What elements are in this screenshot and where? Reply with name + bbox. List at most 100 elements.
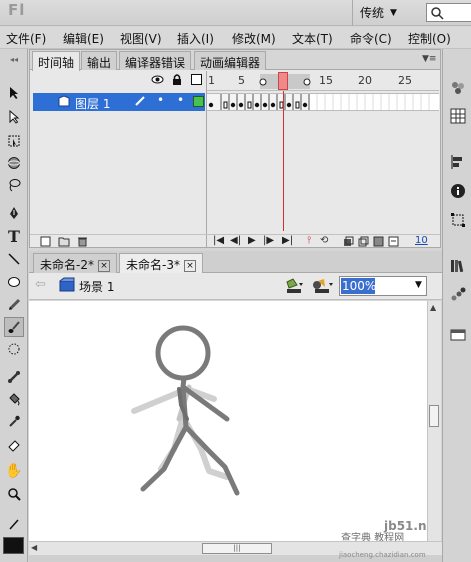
transform-panel-icon[interactable]	[449, 211, 467, 229]
scroll-left-icon[interactable]: ◀	[31, 543, 37, 552]
pencil-tool-icon[interactable]	[4, 294, 24, 314]
close-icon[interactable]: ×	[183, 259, 196, 272]
menu-view[interactable]: 视图(V)	[120, 30, 162, 47]
vertical-scroll-thumb[interactable]	[429, 405, 439, 427]
menu-text[interactable]: 文本(T)	[292, 30, 333, 47]
loop-icon[interactable]: ⟲	[320, 235, 328, 246]
play-icon[interactable]: ▶	[248, 235, 256, 246]
hand-tool-icon[interactable]: ✋	[4, 461, 24, 481]
search-input[interactable]	[426, 3, 471, 22]
zoom-value[interactable]: 100%	[341, 278, 376, 294]
swatches-panel-icon[interactable]	[449, 107, 467, 125]
tools-panel: ◂◂ T ✋	[0, 49, 28, 562]
components-panel-icon[interactable]	[449, 326, 467, 344]
playhead[interactable]	[278, 72, 288, 90]
show-hide-eye-icon[interactable]	[151, 73, 164, 89]
menu-commands[interactable]: 命令(C)	[350, 30, 392, 47]
timeline-divider[interactable]	[206, 71, 207, 247]
free-transform-tool-icon[interactable]	[4, 131, 24, 151]
outline-color-swatch[interactable]	[193, 96, 204, 107]
onion-skin-outlines-icon[interactable]	[358, 236, 369, 250]
zoom-dropdown[interactable]: 100% ▼	[339, 276, 427, 296]
bone-tool-icon[interactable]	[4, 367, 24, 387]
subselection-tool-icon[interactable]	[4, 107, 24, 127]
delete-layer-icon[interactable]	[77, 236, 88, 250]
workspace-switcher[interactable]: 传统 ▼	[360, 3, 416, 22]
zoom-tool-icon[interactable]	[4, 484, 24, 504]
ruler-label: 5	[238, 74, 245, 87]
menu-file[interactable]: 文件(F)	[6, 30, 46, 47]
tab-motion-editor[interactable]: 动画编辑器	[194, 51, 267, 70]
color-panel-icon[interactable]	[449, 79, 467, 97]
fps-value[interactable]: 10	[415, 235, 428, 246]
lock-icon[interactable]	[171, 73, 183, 89]
fill-color-swatch[interactable]	[3, 537, 24, 554]
tab-compiler-errors[interactable]: 编译器错误	[119, 51, 192, 70]
status-strip: jiaocheng.chazidian.com	[29, 551, 442, 562]
menu-edit[interactable]: 编辑(E)	[63, 30, 104, 47]
onion-skin-icon[interactable]	[343, 236, 354, 250]
brush-tool-icon[interactable]	[4, 317, 24, 337]
panel-menu-icon[interactable]: ▼≡	[422, 54, 436, 64]
ruler-label: 15	[319, 74, 333, 87]
new-layer-icon[interactable]	[40, 236, 51, 250]
modify-markers-icon[interactable]	[388, 236, 399, 250]
deco-tool-icon[interactable]	[4, 339, 24, 359]
outline-toggle-icon[interactable]	[191, 74, 202, 85]
motion-presets-icon[interactable]	[449, 285, 467, 303]
frames-row[interactable]	[207, 93, 439, 111]
app-logo: Fl	[8, 1, 26, 19]
go-to-first-frame-icon[interactable]: |◀	[213, 235, 224, 246]
edit-symbols-icon[interactable]	[312, 277, 334, 298]
tab-document-3[interactable]: 未命名-3* ×	[119, 253, 203, 273]
layer-name[interactable]: 图层 1	[75, 95, 110, 112]
keyframes-strip[interactable]	[207, 94, 439, 110]
go-to-last-frame-icon[interactable]: ▶|	[282, 235, 293, 246]
menu-insert[interactable]: 插入(I)	[177, 30, 214, 47]
watermark-url: jiaocheng.chazidian.com	[339, 551, 426, 559]
pen-tool-icon[interactable]	[4, 203, 24, 223]
lasso-tool-icon[interactable]	[4, 175, 24, 195]
tab-timeline[interactable]: 时间轴	[32, 51, 81, 71]
selection-tool-icon[interactable]	[4, 83, 24, 103]
timeline-tabs: 时间轴 输出 编译器错误 动画编辑器 ▼≡	[30, 50, 440, 71]
chevron-down-icon[interactable]: ▼	[415, 280, 422, 290]
close-icon[interactable]: ×	[97, 259, 110, 272]
stroke-color-icon[interactable]	[4, 514, 24, 534]
paint-bucket-tool-icon[interactable]	[4, 389, 24, 409]
tab-document-2[interactable]: 未命名-2* ×	[33, 253, 117, 273]
panels-dock	[442, 49, 471, 562]
step-forward-icon[interactable]: |▶	[263, 235, 274, 246]
text-tool-icon[interactable]: T	[4, 226, 24, 246]
vertical-scrollbar[interactable]: ▲	[427, 301, 441, 541]
eyedropper-tool-icon[interactable]	[4, 411, 24, 431]
edit-scene-icon[interactable]	[285, 277, 305, 298]
edit-multiple-frames-icon[interactable]	[373, 236, 384, 250]
panel-grip-icon: ◂◂	[9, 54, 19, 64]
step-back-icon[interactable]: ◀|	[230, 235, 241, 246]
back-arrow-icon[interactable]: ⇦	[35, 277, 46, 292]
horizontal-scroll-thumb[interactable]: |||	[202, 543, 272, 554]
center-frame-icon[interactable]: ⫯	[307, 235, 311, 246]
lock-dot[interactable]: •	[177, 93, 184, 107]
pencil-icon	[134, 95, 146, 110]
align-panel-icon[interactable]	[449, 153, 467, 171]
scene-name: 场景 1	[79, 280, 115, 294]
menu-control[interactable]: 控制(O)	[408, 30, 451, 47]
library-panel-icon[interactable]	[449, 257, 467, 275]
visible-dot[interactable]: •	[157, 93, 164, 107]
menu-modify[interactable]: 修改(M)	[232, 30, 276, 47]
tab-output[interactable]: 输出	[81, 51, 118, 70]
oval-tool-icon[interactable]	[4, 272, 24, 292]
line-tool-icon[interactable]	[4, 249, 24, 269]
3d-rotation-tool-icon[interactable]	[4, 153, 24, 173]
eraser-tool-icon[interactable]	[4, 435, 24, 455]
stage-canvas[interactable]: jb51.net 查字典 教程网	[29, 301, 440, 544]
timeline-panel: 时间轴 输出 编译器错误 动画编辑器 ▼≡ 1 5 10 15 20 25 图层…	[29, 49, 441, 248]
info-panel-icon[interactable]	[449, 182, 467, 200]
frame-ruler[interactable]: 1 5 10 15 20 25	[207, 72, 439, 91]
layer-row[interactable]: 图层 1 • •	[33, 93, 205, 111]
scroll-up-icon[interactable]: ▲	[430, 303, 436, 312]
layer-icon	[57, 95, 71, 111]
new-folder-icon[interactable]	[58, 236, 70, 250]
